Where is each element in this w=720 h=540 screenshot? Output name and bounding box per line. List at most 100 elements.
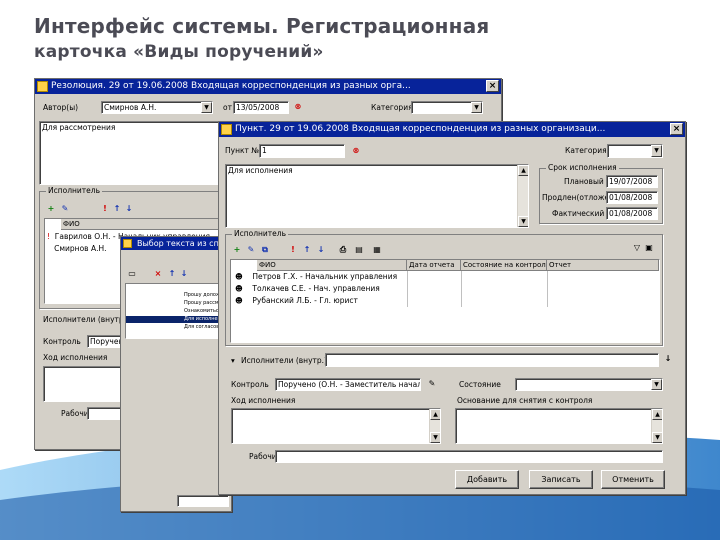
executor-ext-field[interactable] [325, 353, 659, 367]
grid-header-fio[interactable]: ФИО [257, 260, 407, 271]
grid-header-date[interactable]: Дата отчета [407, 260, 461, 271]
chevron-down-icon[interactable]: ▼ [651, 379, 662, 390]
punkt-number-field[interactable]: 1 [259, 144, 345, 158]
text-select-window-title: Выбор текста из списка [137, 239, 231, 248]
resolution-text[interactable]: Для рассмотрения [39, 121, 225, 185]
executor-grid: ФИО Дата отчета Состояние на контроле От… [230, 259, 660, 343]
mark-icon[interactable]: ! [288, 245, 298, 255]
close-icon[interactable]: × [670, 123, 683, 135]
category-combobox[interactable]: ▼ [607, 144, 663, 158]
table-row[interactable]: ☻ Толкачев С.Е. - Нач. управления [235, 283, 655, 295]
list-item-selected[interactable]: Для исполнения [126, 316, 228, 323]
arrow-up-icon[interactable]: ↑ [167, 269, 177, 279]
extended-date-value: 01/08/2008 [609, 193, 653, 202]
slide-title: Интерфейс системы. Регистрационная карто… [34, 14, 489, 64]
control-label: Контроль [43, 337, 81, 346]
row-text: Смирнов А.Н. [54, 244, 107, 253]
settings-icon[interactable]: ▣ [644, 243, 654, 253]
progress-label: Ход исполнения [231, 396, 296, 405]
name-field[interactable] [87, 407, 123, 420]
print-icon[interactable]: ⎙ [338, 245, 348, 255]
scroll-up-icon[interactable]: ▲ [430, 409, 440, 420]
extended-date-field[interactable]: 01/08/2008 [606, 191, 658, 204]
arrow-up-icon[interactable]: ↑ [302, 245, 312, 255]
list-item[interactable]: Ознакомиться [184, 308, 222, 315]
chevron-down-icon[interactable]: ▼ [201, 102, 212, 113]
delete-icon[interactable]: × [153, 269, 163, 279]
punkt-label: Пункт № [225, 146, 260, 155]
executor-ext-label: Исполнители (внутр.) [241, 356, 327, 365]
grid-header-report[interactable]: Отчет [547, 260, 659, 271]
document-icon [37, 81, 48, 92]
arrow-down-icon[interactable]: ↓ [316, 245, 326, 255]
edit-icon[interactable]: ✎ [60, 204, 70, 214]
chevron-down-icon[interactable]: ▼ [471, 102, 482, 113]
add-button[interactable]: Добавить [455, 470, 519, 489]
text-list: Прошу доложить Прошу рассмотреть Ознаком… [125, 283, 237, 339]
actual-date-field[interactable]: 01/08/2008 [606, 207, 658, 220]
document-icon[interactable]: ▦ [372, 245, 382, 255]
plan-date-field[interactable]: 19/07/2008 [606, 175, 658, 188]
cancel-button[interactable]: Отменить [601, 470, 665, 489]
name-field[interactable] [275, 450, 663, 463]
actual-label: Фактический [552, 209, 605, 218]
slide-title-line-1: Интерфейс системы. Регистрационная [34, 14, 490, 38]
date-field[interactable]: 13/05/2008 [233, 101, 289, 114]
slide-title-line-2a: карточка « [34, 42, 145, 62]
scroll-up-icon[interactable]: ▲ [518, 165, 528, 176]
text-select-bottom-field[interactable] [177, 495, 229, 507]
text-scrollbar[interactable]: ▲ ▼ [517, 165, 528, 227]
progress-scrollbar[interactable]: ▲ ▼ [429, 409, 440, 443]
edit-control-icon[interactable]: ✎ [427, 379, 437, 389]
grid-header-fio-label: ФИО [63, 220, 80, 228]
table-row[interactable]: ☻ Петров Г.Х. - Начальник управления [235, 271, 655, 283]
state-combobox[interactable]: ▼ [515, 378, 663, 391]
grid-header-fio[interactable]: ФИО [61, 219, 221, 230]
scroll-down-icon[interactable]: ▼ [652, 432, 662, 443]
add-icon[interactable]: + [232, 245, 242, 255]
document-icon [123, 239, 132, 248]
progress-text[interactable]: ▲ ▼ [231, 408, 441, 444]
scroll-down-icon[interactable]: ▼ [430, 432, 440, 443]
table-row[interactable]: ☻ Рубанский Л.Б. - Гл. юрист [235, 295, 655, 307]
arrow-down-icon[interactable]: ↓ [179, 269, 189, 279]
scroll-up-icon[interactable]: ▲ [652, 409, 662, 420]
category-combobox[interactable]: ▼ [411, 101, 483, 114]
control-combobox[interactable]: Поручено (О.Н. - Заместитель начальника) [275, 378, 421, 391]
plan-label: Плановый [564, 177, 604, 186]
chevron-down-icon[interactable]: ▼ [651, 145, 662, 157]
filter-icon[interactable]: ▽ [632, 243, 642, 253]
text-select-window-titlebar[interactable]: Выбор текста из списка [121, 237, 231, 250]
save-button[interactable]: Записать [529, 470, 593, 489]
document-icon [221, 124, 232, 135]
slide-title-line-2b: Виды поручений» [144, 42, 324, 62]
basis-scrollbar[interactable]: ▲ ▼ [651, 409, 662, 443]
executor-group-title: Исполнитель [46, 186, 102, 196]
punkt-text[interactable]: Для исполнения ▲ ▼ [225, 164, 529, 228]
copy-icon[interactable]: ⧉ [260, 245, 270, 255]
arrow-down-icon[interactable]: ↓ [663, 354, 673, 364]
mark-icon[interactable]: ! [100, 204, 110, 214]
actual-date-value: 01/08/2008 [609, 209, 653, 218]
new-icon[interactable]: ▭ [127, 269, 137, 279]
add-icon[interactable]: + [46, 204, 56, 214]
resolution-window-titlebar[interactable]: Резолюция. 29 от 19.06.2008 Входящая кор… [35, 79, 501, 94]
grid-header-label: Дата отчета [409, 261, 455, 269]
basis-text[interactable]: ▲ ▼ [455, 408, 663, 444]
close-icon[interactable]: × [486, 80, 499, 92]
row-text: Петров Г.Х. - Начальник управления [252, 272, 398, 281]
progress-text[interactable] [43, 366, 123, 402]
punkt-number-value: 1 [262, 146, 267, 155]
punkt-window-titlebar[interactable]: Пункт. 29 от 19.06.2008 Входящая корресп… [219, 122, 685, 137]
arrow-down-icon[interactable]: ↓ [124, 204, 134, 214]
delete-date-icon[interactable]: ⊗ [293, 102, 303, 112]
edit-icon[interactable]: ✎ [246, 245, 256, 255]
expand-icon[interactable]: ▾ [231, 356, 235, 366]
report-icon[interactable]: ▤ [354, 245, 364, 255]
list-item-text: Ознакомиться [184, 308, 222, 314]
grid-header-state[interactable]: Состояние на контроле [461, 260, 547, 271]
scroll-down-icon[interactable]: ▼ [518, 216, 528, 227]
arrow-up-icon[interactable]: ↑ [112, 204, 122, 214]
author-combobox[interactable]: Смирнов А.Н. ▼ [101, 101, 213, 114]
delete-punkt-icon[interactable]: ⊗ [351, 146, 361, 156]
